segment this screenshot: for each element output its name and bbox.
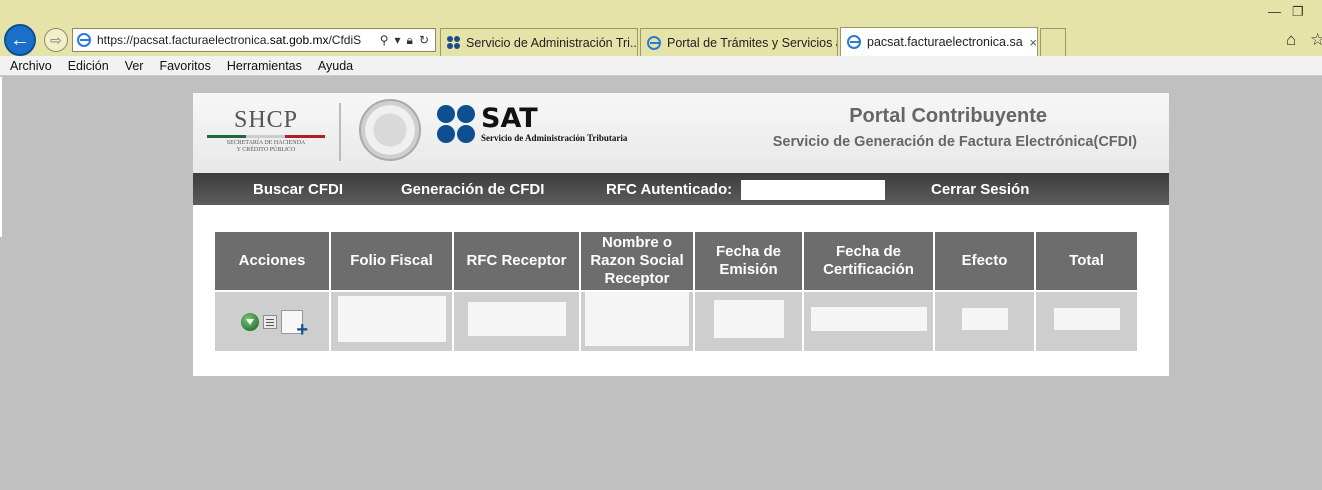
lock-icon[interactable]: 🔒︎ <box>407 33 413 48</box>
ie-page-icon <box>647 35 661 50</box>
favorites-star-icon[interactable]: ☆ <box>1310 30 1322 50</box>
back-arrow-icon[interactable]: ← <box>4 24 36 56</box>
portal-panel: SHCP SECRETARÍA DE HACIENDA Y CRÉDITO PÚ… <box>193 93 1169 376</box>
shcp-flag-line <box>207 135 325 138</box>
col-nombre-receptor: Nombre o Razon Social Receptor <box>581 232 695 290</box>
col-fecha-emision: Fecha de Emisión <box>695 232 804 290</box>
rfc-value-redacted <box>741 180 885 200</box>
tab-label: Servicio de Administración Tri... <box>466 35 637 50</box>
col-folio-fiscal: Folio Fiscal <box>331 232 454 290</box>
tab-pacsat[interactable]: pacsat.facturaelectronica.sa... × <box>840 27 1038 56</box>
shcp-sub-2: Y CRÉDITO PÚBLICO <box>236 147 296 153</box>
address-bar[interactable]: https://pacsat.facturaelectronica.sat.go… <box>72 28 436 52</box>
download-icon[interactable] <box>241 312 259 331</box>
rfc-label: RFC Autenticado: <box>606 181 733 198</box>
redacted-value <box>810 307 927 331</box>
add-document-icon[interactable] <box>281 309 308 339</box>
menu-ayuda[interactable]: Ayuda <box>310 59 361 73</box>
fecha-certificacion-cell <box>804 290 935 351</box>
menu-edicion[interactable]: Edición <box>60 59 117 73</box>
tab-sat[interactable]: Servicio de Administración Tri... <box>440 28 638 56</box>
cfdi-table: Acciones Folio Fiscal RFC Receptor Nombr… <box>215 232 1137 351</box>
dropdown-icon[interactable]: ▾ <box>395 33 401 48</box>
col-fecha-certificacion: Fecha de Certificación <box>804 232 935 290</box>
new-tab-button[interactable] <box>1040 28 1066 56</box>
sat-subtitle: Servicio de Administración Tributaria <box>481 133 628 143</box>
sat-favicon-icon <box>447 36 460 49</box>
portal-title: Portal Contribuyente <box>849 105 1047 127</box>
sat-name: SAT <box>481 103 538 134</box>
national-seal-icon <box>359 99 421 161</box>
nav-generacion-cfdi[interactable]: Generación de CFDI <box>401 181 544 198</box>
redacted-value <box>961 308 1008 330</box>
url-text: https://pacsat.facturaelectronica.sat.go… <box>97 33 362 47</box>
fecha-emision-cell <box>695 290 804 351</box>
col-acciones: Acciones <box>215 232 331 290</box>
shcp-logo: SHCP SECRETARÍA DE HACIENDA Y CRÉDITO PÚ… <box>207 107 325 154</box>
redacted-value <box>585 292 689 346</box>
nav-buscar-cfdi[interactable]: Buscar CFDI <box>253 181 343 198</box>
col-efecto: Efecto <box>935 232 1036 290</box>
restore-icon[interactable]: ❐ <box>1292 4 1304 20</box>
redacted-value <box>467 302 566 336</box>
portal-header: SHCP SECRETARÍA DE HACIENDA Y CRÉDITO PÚ… <box>193 93 1169 173</box>
portal-navbar: Buscar CFDI Generación de CFDI RFC Auten… <box>193 173 1169 205</box>
search-icon[interactable]: ⚲ <box>380 33 389 48</box>
table-header-row: Acciones Folio Fiscal RFC Receptor Nombr… <box>215 232 1137 290</box>
table-row <box>215 290 1137 351</box>
ie-page-icon <box>77 33 91 47</box>
tab-portal-tramites[interactable]: Portal de Trámites y Servicios a... <box>640 28 838 56</box>
menu-favoritos[interactable]: Favoritos <box>151 59 218 73</box>
folio-fiscal-cell <box>331 290 454 351</box>
portal-subtitle: Servicio de Generación de Factura Electr… <box>772 134 1137 150</box>
sat-dots-icon <box>437 105 475 143</box>
menu-bar: Archivo Edición Ver Favoritos Herramient… <box>0 56 1322 76</box>
browser-title-bar: ← ⇨ https://pacsat.facturaelectronica.sa… <box>0 0 1322 56</box>
sat-logo: SAT Servicio de Administración Tributari… <box>437 105 627 143</box>
col-rfc-receptor: RFC Receptor <box>454 232 581 290</box>
close-icon[interactable]: × <box>1029 35 1037 50</box>
ie-page-icon <box>847 35 861 49</box>
redacted-value <box>713 300 784 338</box>
shcp-title: SHCP <box>233 107 299 133</box>
print-icon[interactable] <box>263 314 277 329</box>
redacted-value <box>337 296 446 342</box>
menu-archivo[interactable]: Archivo <box>0 59 60 73</box>
acciones-cell <box>215 290 331 351</box>
forward-arrow-icon[interactable]: ⇨ <box>44 28 68 52</box>
efecto-cell <box>935 290 1036 351</box>
col-total: Total <box>1036 232 1137 290</box>
page-body: SHCP SECRETARÍA DE HACIENDA Y CRÉDITO PÚ… <box>0 77 1322 490</box>
header-divider <box>339 103 341 161</box>
home-icon[interactable]: ⌂ <box>1286 30 1296 50</box>
minimize-icon[interactable]: — <box>1268 4 1281 19</box>
total-cell <box>1036 290 1137 351</box>
nav-cerrar-sesion[interactable]: Cerrar Sesión <box>931 181 1029 198</box>
tab-label: pacsat.facturaelectronica.sa... <box>867 35 1024 49</box>
redacted-value <box>1053 308 1120 330</box>
nombre-receptor-cell <box>581 290 695 351</box>
rfc-receptor-cell <box>454 290 581 351</box>
menu-ver[interactable]: Ver <box>117 59 152 73</box>
menu-herramientas[interactable]: Herramientas <box>219 59 310 73</box>
left-edge-strip <box>0 77 2 237</box>
refresh-icon[interactable]: ↻ <box>419 33 429 48</box>
tab-label: Portal de Trámites y Servicios a... <box>667 35 837 50</box>
shcp-sub-1: SECRETARÍA DE HACIENDA <box>226 140 306 146</box>
